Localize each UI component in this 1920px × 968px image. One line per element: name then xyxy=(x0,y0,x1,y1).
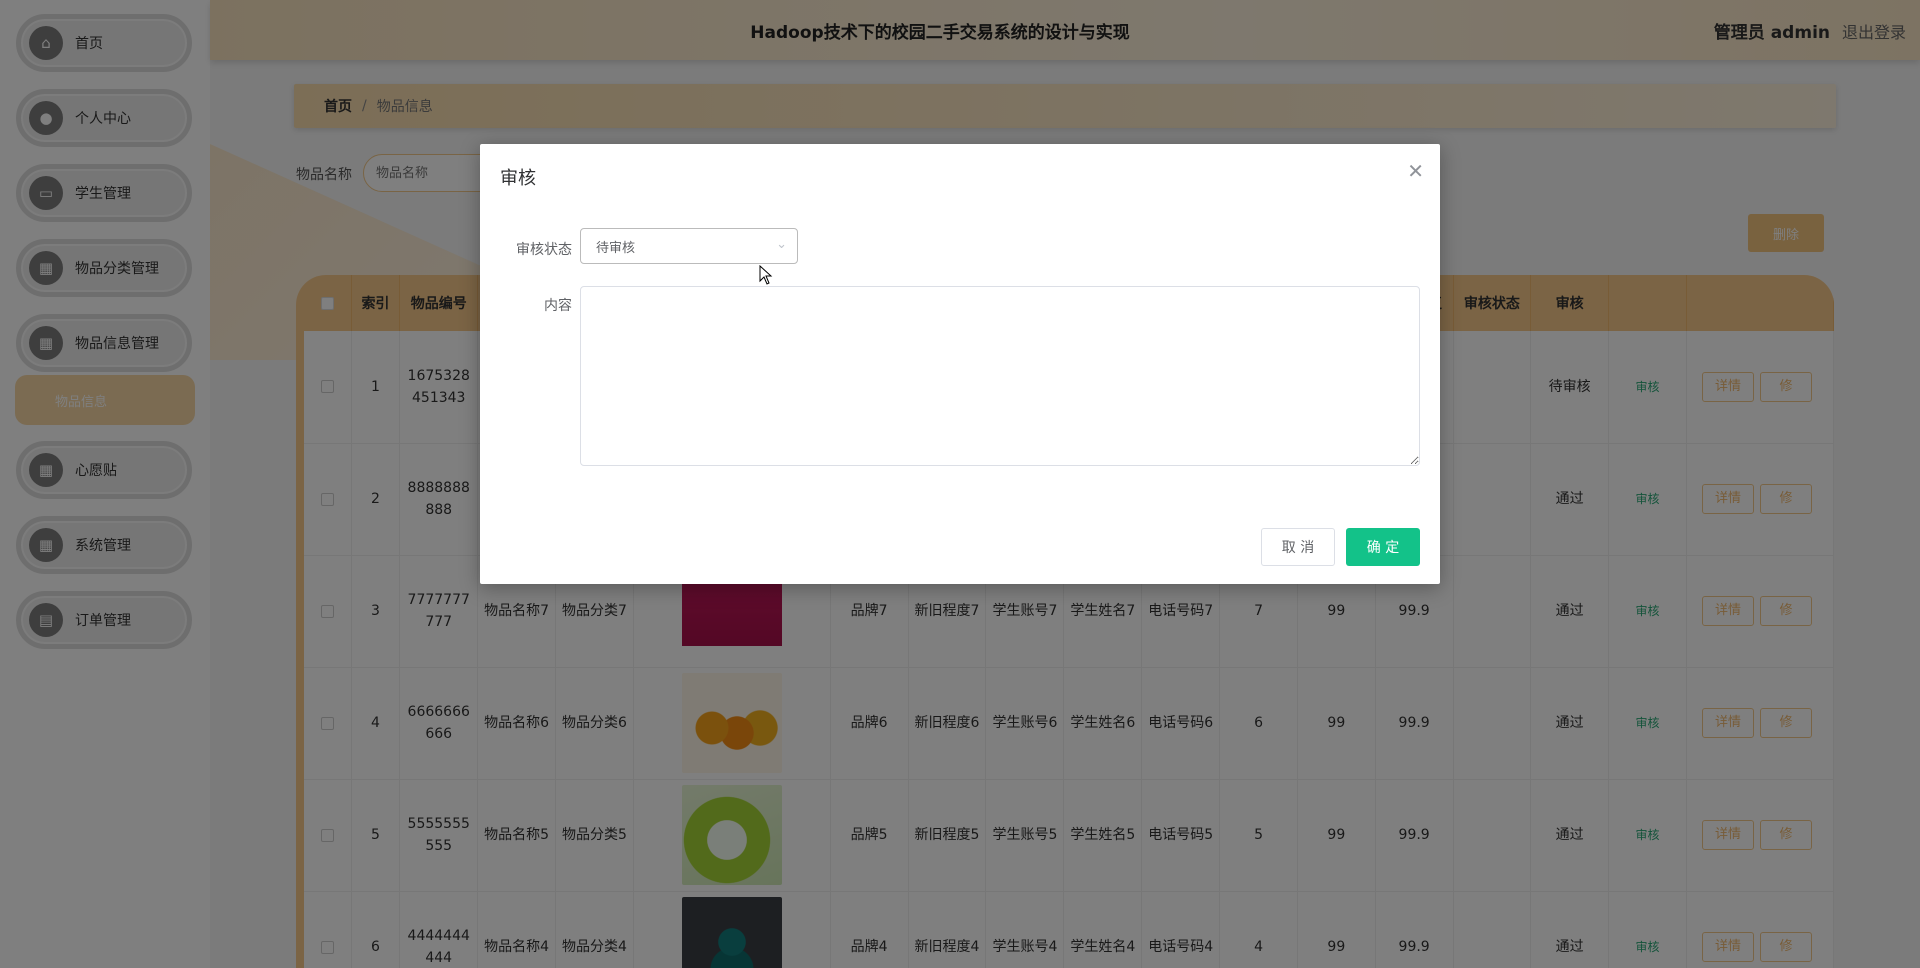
content-label: 内容 xyxy=(544,298,572,314)
chevron-down-icon: ⌄ xyxy=(776,237,787,252)
audit-dialog: 审核 ✕ 审核状态 待审核 ⌄ 内容 取 消 确 定 xyxy=(480,144,1440,584)
status-label: 审核状态 xyxy=(516,242,572,258)
mouse-cursor-icon xyxy=(759,265,773,285)
content-textarea[interactable] xyxy=(580,286,1420,466)
confirm-button[interactable]: 确 定 xyxy=(1346,528,1420,566)
status-select[interactable]: 待审核 ⌄ xyxy=(580,228,798,264)
close-icon[interactable]: ✕ xyxy=(1407,161,1424,181)
cancel-button[interactable]: 取 消 xyxy=(1261,528,1335,566)
dialog-title: 审核 xyxy=(500,168,536,189)
status-select-value: 待审核 xyxy=(596,240,636,256)
